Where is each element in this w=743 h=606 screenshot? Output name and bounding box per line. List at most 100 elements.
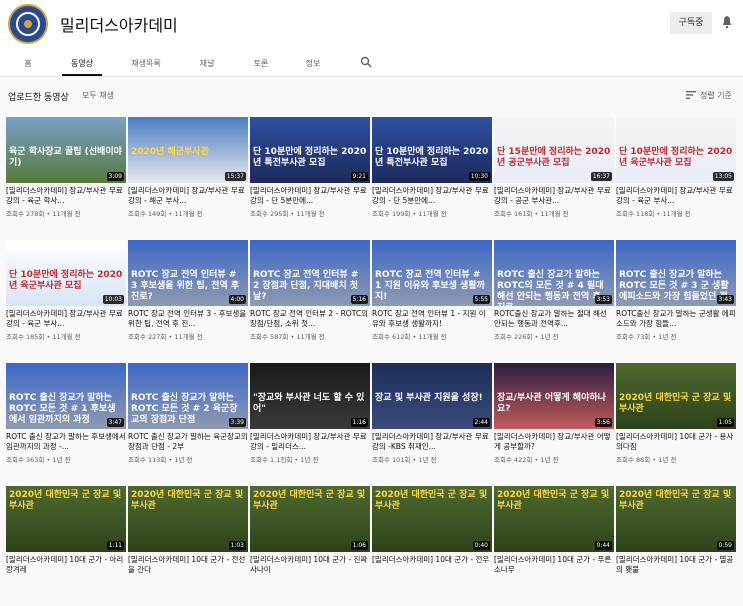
video-title[interactable]: ROTC 장교 전역 인터뷰 1 - 지원 이유와 후보생 생활까지! bbox=[372, 309, 492, 329]
video-thumbnail[interactable]: ROTC 장교 전역 인터뷰 # 3 후보생을 위한 팁, 전역 후 진로? 4:… bbox=[128, 240, 248, 306]
video-title[interactable]: [밀리더스아카데미] 장교/부사관 무료 강의 - 육군 부사... bbox=[616, 186, 736, 206]
video-title[interactable]: [밀리더스아카데미] 10대 군가 - 멸공의 횃불 bbox=[616, 555, 736, 575]
video-duration: 3:53 bbox=[594, 295, 612, 304]
video-card[interactable]: 2020년 대한민국 군 장교 및 부사관 0:40 [밀리더스아카데미] 10대 … bbox=[372, 486, 492, 606]
video-thumbnail[interactable]: 2020년 해군부사관 15:37 bbox=[128, 117, 248, 183]
video-card[interactable]: "장교와 부사관 너도 할 수 있어" 1:16 [밀리더스아카데미] 장교/부사관… bbox=[250, 363, 370, 483]
video-card[interactable]: 2020년 대한민국 군 장교 및 부사관 1:06 [밀리더스아카데미] 10대 … bbox=[250, 486, 370, 606]
video-thumbnail[interactable]: ROTC 출신 장교가 말하는 ROTC 모든 것 # 1 후보생에서 임관까지… bbox=[6, 363, 126, 429]
video-thumbnail[interactable]: 2020년 대한민국 군 장교 및 부사관 1:06 bbox=[250, 486, 370, 552]
video-title[interactable]: ROTC 장교 전역 인터뷰 2 - ROTC의 장점/단점, 소위 첫... bbox=[250, 309, 370, 329]
video-duration: 4:00 bbox=[228, 295, 246, 304]
video-grid: 육군 학사장교 꿀팁 (선배이야기) 3:09 [밀리더스아카데미] 장교/부사관 … bbox=[0, 0, 743, 576]
video-card[interactable]: 단 10분만에 정리하는 2020년 특전부사관 모집 9:21 [밀리더스아카데미… bbox=[250, 117, 370, 237]
video-title[interactable]: [밀리더스아카데미] 10대 군가 - 진짜 사나이 bbox=[250, 555, 370, 575]
thumbnail-caption: 2020년 해군부사관 bbox=[131, 147, 209, 157]
video-card[interactable]: 장교 및 부사관 지원을 성장! 2:44 [밀리더스아카데미] 장교/부사관 무료… bbox=[372, 363, 492, 483]
video-card[interactable]: 2020년 대한민국 군 장교 및 부사관 1:11 [밀리더스아카데미] 10대 … bbox=[6, 486, 126, 606]
video-title[interactable]: [밀리더스아카데미] 장교/부사관 무료 강의 - 단 5분만에... bbox=[372, 186, 492, 206]
video-title[interactable]: [밀리더스아카데미] 장교/부사관 무료 강의 - 밀리더스... bbox=[250, 432, 370, 452]
video-title[interactable]: ROTC출신 장교가 말하는 군생활 에피소드와 가장 힘들... bbox=[616, 309, 736, 329]
video-duration: 3:56 bbox=[594, 418, 612, 427]
video-thumbnail[interactable]: "장교와 부사관 너도 할 수 있어" 1:16 bbox=[250, 363, 370, 429]
video-duration: 2:44 bbox=[472, 418, 490, 427]
video-card[interactable]: 육군 학사장교 꿀팁 (선배이야기) 3:09 [밀리더스아카데미] 장교/부사관 … bbox=[6, 117, 126, 237]
video-meta: 조회수 612회 • 11개월 전 bbox=[372, 333, 447, 341]
thumbnail-caption: ROTC 출신 장교가 말하는 ROTC 모든 것 # 3 군 생활 에피소드와… bbox=[619, 270, 729, 302]
thumbnail-caption: "장교와 부사관 너도 할 수 있어" bbox=[253, 393, 365, 414]
video-thumbnail[interactable]: 2020년 대한민국 군 장교 및 부사관 0:44 bbox=[494, 486, 614, 552]
video-title[interactable]: ROTC 장교 전역 인터뷰 3 - 후보생을 위한 팁, 전역 후 진... bbox=[128, 309, 248, 329]
video-card[interactable]: 단 10분만에 정리하는 2020년 육군부사관 모집 10:03 [밀리더스아카데… bbox=[6, 240, 126, 360]
video-card[interactable]: ROTC 출신 장교가 말하는 ROTC 모든 것 # 3 군 생활 에피소드와… bbox=[616, 240, 736, 360]
video-title[interactable]: ROTC 출신 장교가 말하는 육군장교의 장점과 단점 - 2부 bbox=[128, 432, 248, 452]
video-meta: 조회수 422회 • 1년 전 bbox=[494, 456, 559, 464]
video-card[interactable]: 단 10분만에 정리하는 2020년 육군부사관 모집 13:05 [밀리더스아카데… bbox=[616, 117, 736, 237]
video-card[interactable]: ROTC 장교 전역 인터뷰 # 1 지원 이유와 후보생 생활까지! 5:55 R… bbox=[372, 240, 492, 360]
video-card[interactable]: ROTC 장교 전역 인터뷰 # 3 후보생을 위한 팁, 전역 후 진로? 4:… bbox=[128, 240, 248, 360]
video-thumbnail[interactable]: ROTC 장교 전역 인터뷰 # 2 장점과 단점, 지대배치 첫날? 5:16 bbox=[250, 240, 370, 306]
video-thumbnail[interactable]: 단 10분만에 정리하는 2020년 특전부사관 모집 9:21 bbox=[250, 117, 370, 183]
video-title[interactable]: [밀리더스아카데미] 10대 군가 - 푸른 소나무 bbox=[494, 555, 614, 575]
video-meta: 조회수 118회 • 11개월 전 bbox=[616, 210, 691, 218]
video-card[interactable]: ROTC 출신 장교가 말하는 ROTC 모든 것 # 1 후보생에서 임관까지… bbox=[6, 363, 126, 483]
video-meta: 조회수 363회 • 1년 전 bbox=[6, 456, 71, 464]
video-card[interactable]: 2020년 대한민국 군 장교 및 부사관 0:59 [밀리더스아카데미] 10대 … bbox=[616, 486, 736, 606]
video-title[interactable]: [밀리더스아카데미] 장교/부사관 무료 강의 - 단 5분만에... bbox=[250, 186, 370, 206]
video-thumbnail[interactable]: ROTC 출신 장교가 말하는 ROTC 모든 것 # 3 군 생활 에피소드와… bbox=[616, 240, 736, 306]
video-thumbnail[interactable]: ROTC 출신 장교가 말하는 ROTC 모든 것 # 2 육군장교의 장점과 … bbox=[128, 363, 248, 429]
video-title[interactable]: [밀리더스아카데미] 장교/부사관 무료 강의 - 공군 부사관... bbox=[494, 186, 614, 206]
video-card[interactable]: ROTC 장교 전역 인터뷰 # 2 장점과 단점, 지대배치 첫날? 5:16 R… bbox=[250, 240, 370, 360]
video-card[interactable]: 2020년 대한민국 군 장교 및 부사관 1:05 [밀리더스아카데미] 10대 … bbox=[616, 363, 736, 483]
video-card[interactable]: 2020년 해군부사관 15:37 [밀리더스아카데미] 장교/부사관 무료 강의 … bbox=[128, 117, 248, 237]
video-card[interactable]: ROTC 출신 장교가 말하는 ROTC 모든 것 # 2 육군장교의 장점과 … bbox=[128, 363, 248, 483]
thumbnail-caption: ROTC 출신 장교가 말하는 ROTC 모든 것 # 2 육군장교의 장점과 … bbox=[131, 393, 238, 425]
video-thumbnail[interactable]: 2020년 대한민국 군 장교 및 부사관 1:11 bbox=[6, 486, 126, 552]
video-meta: 조회수 226회 • 1년 전 bbox=[494, 333, 559, 341]
video-title[interactable]: [밀리더스아카데미] 장교/부사관 무료 강의 - 해군 부사... bbox=[128, 186, 248, 206]
video-thumbnail[interactable]: 2020년 대한민국 군 장교 및 부사관 1:05 bbox=[616, 363, 736, 429]
video-title[interactable]: [밀리더스아카데미] 10대 군가 - 용사의다짐 bbox=[616, 432, 736, 452]
video-thumbnail[interactable]: 장교/부사관 어떻게 해야하나요? 3:56 bbox=[494, 363, 614, 429]
thumbnail-caption: 단 10분만에 정리하는 2020년 육군부사관 모집 bbox=[9, 270, 123, 291]
video-meta: 조회수 278회 • 11개월 전 bbox=[6, 210, 81, 218]
video-title[interactable]: [밀리더스아카데미] 장교/부사관 어떻게 공부할까? bbox=[494, 432, 614, 452]
video-title[interactable]: [밀리더스아카데미] 10대 군가 - 전선을 간다 bbox=[128, 555, 248, 575]
video-title[interactable]: ROTC출신 장교가 말하는 절대 해선 안되는 행동과 전역후... bbox=[494, 309, 614, 329]
video-title[interactable]: [밀리더스아카데미] 장교/부사관 무료 강의 -KBS 취재인... bbox=[372, 432, 492, 452]
video-card[interactable]: 단 15분만에 정리하는 2020년 공군부사관 모집 16:37 [밀리더스아카데… bbox=[494, 117, 614, 237]
video-title[interactable]: [밀리더스아카데미] 10대 군가 - 전우 bbox=[372, 555, 492, 565]
video-card[interactable]: 단 10분만에 정리하는 2020년 특전부사관 모집 10:30 [밀리더스아카데… bbox=[372, 117, 492, 237]
video-duration: 1:03 bbox=[228, 541, 246, 550]
video-card[interactable]: 장교/부사관 어떻게 해야하나요? 3:56 [밀리더스아카데미] 장교/부사관 어… bbox=[494, 363, 614, 483]
video-thumbnail[interactable]: ROTC 장교 전역 인터뷰 # 1 지원 이유와 후보생 생활까지! 5:55 bbox=[372, 240, 492, 306]
thumbnail-caption: ROTC 장교 전역 인터뷰 # 2 장점과 단점, 지대배치 첫날? bbox=[253, 270, 359, 302]
video-thumbnail[interactable]: 2020년 대한민국 군 장교 및 부사관 0:59 bbox=[616, 486, 736, 552]
video-title[interactable]: [밀리더스아카데미] 장교/부사관 무료 강의 - 육군 부사... bbox=[6, 309, 126, 329]
thumbnail-caption: 단 10분만에 정리하는 2020년 육군부사관 모집 bbox=[619, 147, 733, 168]
video-thumbnail[interactable]: ROTC 출신 장교가 말하는 ROTC의 모든 것 # 4 필대 해선 안되는… bbox=[494, 240, 614, 306]
video-card[interactable]: 2020년 대한민국 군 장교 및 부사관 1:03 [밀리더스아카데미] 10대 … bbox=[128, 486, 248, 606]
video-title[interactable]: [밀리더스아카데미] 장교/부사관 무료 강의 - 육군 학사... bbox=[6, 186, 126, 206]
video-card[interactable]: 2020년 대한민국 군 장교 및 부사관 0:44 [밀리더스아카데미] 10대 … bbox=[494, 486, 614, 606]
video-thumbnail[interactable]: 육군 학사장교 꿀팁 (선배이야기) 3:09 bbox=[6, 117, 126, 183]
video-meta: 조회수 161회 • 11개월 전 bbox=[494, 210, 569, 218]
video-thumbnail[interactable]: 단 10분만에 정리하는 2020년 특전부사관 모집 10:30 bbox=[372, 117, 492, 183]
video-thumbnail[interactable]: 단 10분만에 정리하는 2020년 육군부사관 모집 10:03 bbox=[6, 240, 126, 306]
video-thumbnail[interactable]: 2020년 대한민국 군 장교 및 부사관 0:40 bbox=[372, 486, 492, 552]
thumbnail-caption: 2020년 대한민국 군 장교 및 부사관 bbox=[9, 490, 122, 511]
video-meta: 조회수 101회 • 1년 전 bbox=[372, 456, 437, 464]
video-duration: 1:05 bbox=[716, 418, 734, 427]
video-title[interactable]: ROTC 출신 장교가 말하는 후보생에서 임관까지의 과정 -... bbox=[6, 432, 126, 452]
video-thumbnail[interactable]: 단 15분만에 정리하는 2020년 공군부사관 모집 16:37 bbox=[494, 117, 614, 183]
video-duration: 0:40 bbox=[472, 541, 490, 550]
video-meta: 조회수 227회 • 11개월 전 bbox=[128, 333, 203, 341]
video-thumbnail[interactable]: 단 10분만에 정리하는 2020년 육군부사관 모집 13:05 bbox=[616, 117, 736, 183]
video-title[interactable]: [밀리더스아카데미] 10대 군가 - 아리랑겨레 bbox=[6, 555, 126, 575]
video-thumbnail[interactable]: 장교 및 부사관 지원을 성장! 2:44 bbox=[372, 363, 492, 429]
thumbnail-caption: 단 10분만에 정리하는 2020년 특전부사관 모집 bbox=[375, 147, 489, 168]
video-duration: 0:44 bbox=[594, 541, 612, 550]
video-thumbnail[interactable]: 2020년 대한민국 군 장교 및 부사관 1:03 bbox=[128, 486, 248, 552]
video-card[interactable]: ROTC 출신 장교가 말하는 ROTC의 모든 것 # 4 필대 해선 안되는… bbox=[494, 240, 614, 360]
video-duration: 10:30 bbox=[468, 172, 490, 181]
